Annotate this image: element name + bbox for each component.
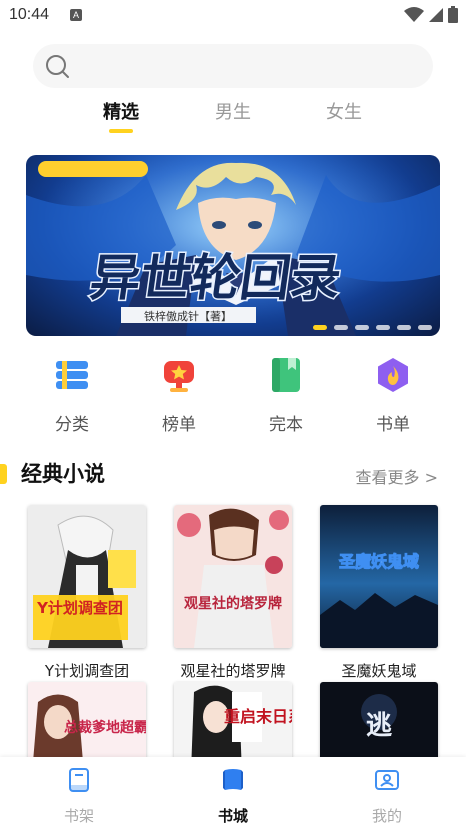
tab-label: 女生 xyxy=(326,102,362,123)
quick-nav-label: 完本 xyxy=(269,415,303,435)
quick-nav-category[interactable]: 分类 xyxy=(32,355,112,435)
see-more-link[interactable]: 查看更多 > xyxy=(356,464,439,488)
banner-dot[interactable] xyxy=(355,325,369,330)
section-title: 经典小说 xyxy=(21,462,105,486)
search-icon xyxy=(46,55,69,78)
bookstore-icon xyxy=(223,769,243,790)
nav-profile[interactable]: 我的 xyxy=(347,767,427,826)
section-header: 经典小说 查看更多 > xyxy=(0,456,466,490)
status-time: 10:44 xyxy=(9,6,50,23)
quick-nav-booklist[interactable]: 书单 xyxy=(353,355,433,435)
notification-icon: A xyxy=(70,9,82,21)
signal-icon xyxy=(429,7,443,22)
quick-nav-label: 书单 xyxy=(376,415,410,435)
banner-dot[interactable] xyxy=(397,325,411,330)
book-card[interactable]: 圣魔妖鬼域 圣魔妖鬼域 xyxy=(320,505,438,681)
category-list-icon xyxy=(56,361,88,389)
banner-dot[interactable] xyxy=(313,325,327,330)
nav-label: 书城 xyxy=(217,807,248,825)
book-title: 圣魔妖鬼域 xyxy=(341,662,417,680)
profile-icon xyxy=(375,770,399,790)
cover-text: 逃 xyxy=(366,711,392,741)
quick-nav-ranking[interactable]: 榜单 xyxy=(139,355,219,435)
banner-dot[interactable] xyxy=(376,325,390,330)
nav-label: 书架 xyxy=(63,807,94,825)
banner-dot[interactable] xyxy=(334,325,348,330)
tab-label: 男生 xyxy=(215,102,251,123)
tab-male[interactable]: 男生 xyxy=(193,98,273,124)
book-card[interactable]: Y计划调查团 Y计划调查团 xyxy=(28,505,146,681)
book-cover: 观星社的塔罗牌 xyxy=(174,505,292,648)
search-input[interactable] xyxy=(33,44,433,88)
banner-dot[interactable] xyxy=(418,325,432,330)
book-title: 观星社的塔罗牌 xyxy=(180,662,286,680)
green-book-icon xyxy=(272,358,300,392)
status-indicators xyxy=(404,6,458,23)
banner-title: 异世轮回录 xyxy=(87,248,345,307)
tab-indicator xyxy=(109,129,133,133)
nav-bookstore[interactable]: 书城 xyxy=(193,767,273,826)
hexagon-flame-icon xyxy=(378,358,408,392)
cover-text: 观星社的塔罗牌 xyxy=(184,595,282,612)
quick-nav-label: 榜单 xyxy=(162,415,196,435)
banner-pagination xyxy=(313,325,432,330)
cover-text: Y计划调查团 xyxy=(36,599,123,617)
promo-banner[interactable]: 异世轮回录 铁梓傲成针【著】 xyxy=(26,155,440,336)
cover-text: 圣魔妖鬼域 xyxy=(338,552,419,571)
banner-title-art: 异世轮回录 铁梓傲成针【著】 xyxy=(85,247,346,323)
quick-nav-completed[interactable]: 完本 xyxy=(246,355,326,435)
cover-text: 总裁爹地超霸 xyxy=(64,719,146,736)
category-tabs: 精选 男生 女生 xyxy=(0,98,466,138)
banner-author: 铁梓傲成针【著】 xyxy=(144,309,232,323)
section-accent-bar xyxy=(0,464,7,484)
tab-female[interactable]: 女生 xyxy=(304,98,384,124)
bottom-navigation: 书架 书城 我的 xyxy=(0,757,466,830)
trophy-icon xyxy=(164,361,194,392)
nav-label: 我的 xyxy=(371,807,402,825)
tab-featured[interactable]: 精选 xyxy=(81,98,161,133)
book-cover: Y计划调查团 xyxy=(28,505,146,648)
quick-nav-label: 分类 xyxy=(55,415,89,435)
status-bar: 10:44 A xyxy=(0,0,466,32)
book-card[interactable]: 观星社的塔罗牌 观星社的塔罗牌 xyxy=(174,505,292,681)
book-cover: 圣魔妖鬼域 xyxy=(320,505,438,648)
bookshelf-icon xyxy=(69,768,89,792)
tab-label: 精选 xyxy=(103,102,139,123)
quick-nav: 分类 榜单 完本 书单 xyxy=(0,355,466,435)
nav-bookshelf[interactable]: 书架 xyxy=(39,767,119,826)
battery-icon xyxy=(448,6,458,23)
book-title: Y计划调查团 xyxy=(44,662,130,680)
wifi-icon xyxy=(404,6,424,22)
cover-text: 重启末日系 xyxy=(224,707,292,726)
